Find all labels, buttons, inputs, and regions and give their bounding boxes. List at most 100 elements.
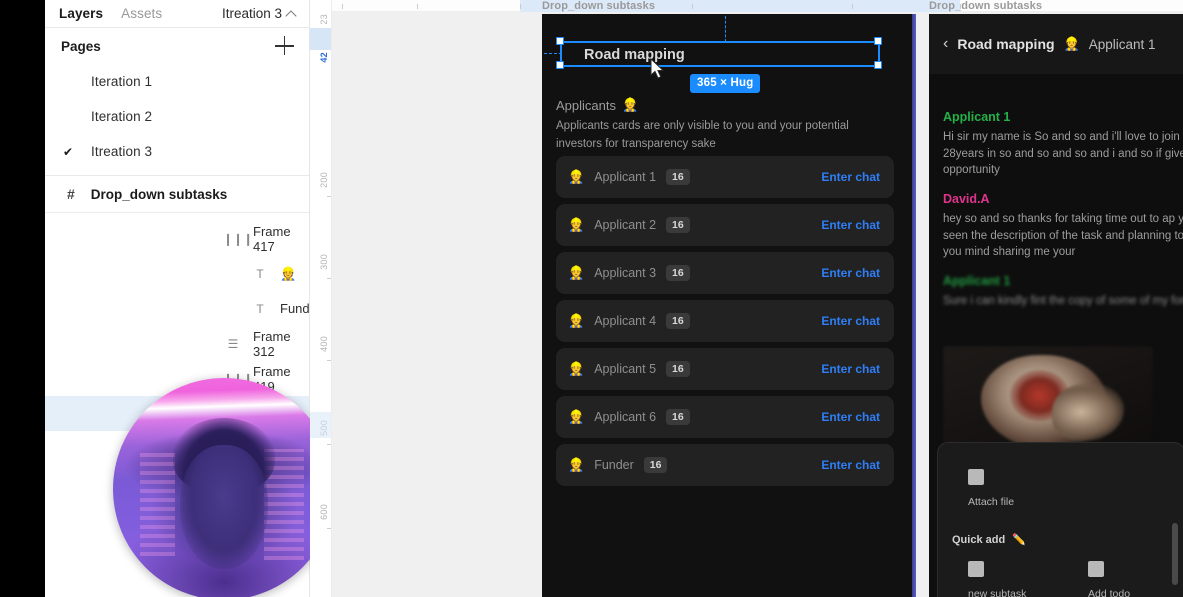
tab-assets[interactable]: Assets [121,6,162,21]
auto-layout-icon: ❙❙❙ [223,231,254,246]
text-layer-icon: T [256,301,264,316]
enter-chat-link[interactable]: Enter chat [821,314,880,328]
layer-row-frame-417[interactable]: ❙❙❙ Frame 417 [45,221,309,256]
size-badge: 365 × Hug [690,74,761,93]
webcam-bubble [113,378,335,597]
frame-edge-accent [912,14,916,597]
person-icon: 👷 [1063,36,1080,51]
applicant-count-badge: 16 [666,409,690,425]
layer-row-frame-312[interactable]: ☰ Frame 312 [45,326,309,361]
frame-root-label: Drop_down subtasks [90,186,228,202]
chat-message: Applicant 1 Sure i can kindly fint the c… [943,274,1183,310]
applicant-row[interactable]: 👷 Applicant 4 16 Enter chat [556,300,894,342]
plus-icon[interactable] [275,36,295,56]
selection-edge-bottom [560,65,880,67]
ruler-tick: 600 [319,504,329,520]
selection-handle-bl[interactable] [556,61,564,69]
webcam-bg-left [139,453,176,556]
message-image[interactable] [943,346,1153,456]
frame-label-right[interactable]: Drop_down subtasks [929,0,1042,12]
enter-chat-link[interactable]: Enter chat [821,266,880,280]
page-label: Iteration 2 [91,109,153,124]
new-subtask-icon [968,561,984,577]
chevron-left-icon[interactable]: ‹ [943,35,948,53]
app-root: Layers Assets Itreation 3 Pages ✔ Iterat… [0,0,1183,597]
applicants-label: Applicants [556,97,616,113]
applicants-list: 👷 Applicant 1 16 Enter chat 👷 Applicant … [556,156,894,492]
ruler-tick: 23 [319,14,329,25]
layer-label: Frame 312 [253,328,291,359]
chat-header: ‹ Road mapping 👷 Applicant 1 [929,14,1183,74]
add-todo-option[interactable]: Add todo [1088,561,1130,597]
applicant-row[interactable]: 👷 Applicant 2 16 Enter chat [556,204,894,246]
person-icon: 👷 [568,409,585,424]
applicant-name: Applicant 2 [594,218,657,232]
artboard-applicants[interactable]: Road mapping 365 × Hug Applicants 👷 Appl… [542,14,916,597]
webcam-person-face [179,444,269,569]
applicant-count-badge: 16 [643,457,668,473]
design-canvas[interactable]: Drop_down subtasks Drop_down subtasks Ro… [332,0,1183,597]
person-icon: 👷 [568,361,585,376]
attach-file-option[interactable]: Attach file [968,469,1014,508]
enter-chat-link[interactable]: Enter chat [821,410,880,424]
applicant-name: Applicant 5 [594,362,657,376]
hash-icon: # [67,186,75,202]
add-todo-icon [1088,561,1104,577]
new-subtask-option[interactable]: new subtask [968,561,1026,597]
list-layout-icon: ☰ [227,336,239,351]
enter-chat-link[interactable]: Enter chat [821,362,880,376]
attach-file-icon [968,469,984,485]
funder-row[interactable]: 👷 Funder 16 Enter chat [556,444,894,486]
applicants-section-title: Applicants 👷 [556,97,638,113]
selection-handle-tr[interactable] [874,37,882,45]
selection-guide [725,16,726,42]
applicant-row[interactable]: 👷 Applicant 5 16 Enter chat [556,348,894,390]
tab-layers[interactable]: Layers [59,6,103,21]
ruler-highlight-band [310,28,331,50]
page-label: Itreation 3 [91,144,153,159]
enter-chat-link[interactable]: Enter chat [821,458,880,472]
page-selector[interactable]: Itreation 3 [221,6,297,22]
applicant-name: Applicant 6 [594,410,657,424]
enter-chat-link[interactable]: Enter chat [821,218,880,232]
applicant-row[interactable]: 👷 Applicant 1 16 Enter chat [556,156,894,198]
chevron-up-icon [285,9,297,22]
new-subtask-label: new subtask [968,588,1027,597]
chat-message: David.A hey so and so thanks for taking … [943,192,1183,261]
applicant-row[interactable]: 👷 Applicant 3 16 Enter chat [556,252,894,294]
applicant-count-badge: 16 [666,169,690,185]
applicant-row[interactable]: 👷 Applicant 6 16 Enter chat [556,396,894,438]
page-item-itreation-3[interactable]: ✔ Itreation 3 [45,134,309,169]
left-gutter [0,0,45,597]
selection-edge-top [560,41,880,43]
vertical-ruler[interactable]: 23 42 200 300 400 500 600 [310,0,332,597]
selection-handle-br[interactable] [874,61,882,69]
applicant-name: Funder [594,458,634,472]
page-label: Iteration 1 [91,74,153,89]
pencil-icon: ✏️ [1012,534,1026,546]
message-body: Hi sir my name is So and so and i'll lov… [943,131,1183,177]
frame-label-mid[interactable]: Drop_down subtasks [542,0,655,12]
applicant-count-badge: 16 [666,265,690,281]
pages-header: Pages [45,28,309,64]
panel-scrollbar[interactable] [1172,523,1178,585]
person-icon: 👷 [568,169,585,184]
page-selector-label: Itreation 3 [221,6,282,21]
layer-row-funder[interactable]: T Funder [45,291,321,326]
page-item-iteration-1[interactable]: ✔ Iteration 1 [45,64,309,99]
selection-handle-tl[interactable] [556,37,564,45]
artboard-chat[interactable]: ‹ Road mapping 👷 Applicant 1 Applicant 1… [929,14,1183,597]
road-mapping-text[interactable]: Road mapping [584,47,685,63]
layer-row-text-emoji[interactable]: T 👷 [45,256,309,291]
message-body: hey so and so thanks for taking time out… [943,213,1183,259]
message-sender: Applicant 1 [943,110,1011,124]
applicant-name: Applicant 1 [594,170,657,184]
person-icon: 👷 [568,217,585,232]
page-item-iteration-2[interactable]: ✔ Iteration 2 [45,99,309,134]
enter-chat-link[interactable]: Enter chat [821,170,880,184]
pages-title: Pages [61,38,101,54]
message-sender: Applicant 1 [943,274,1011,288]
check-icon: ✔ [62,144,74,159]
frame-root-row[interactable]: # Drop_down subtasks [45,176,309,213]
horizontal-ruler[interactable] [332,0,1183,12]
